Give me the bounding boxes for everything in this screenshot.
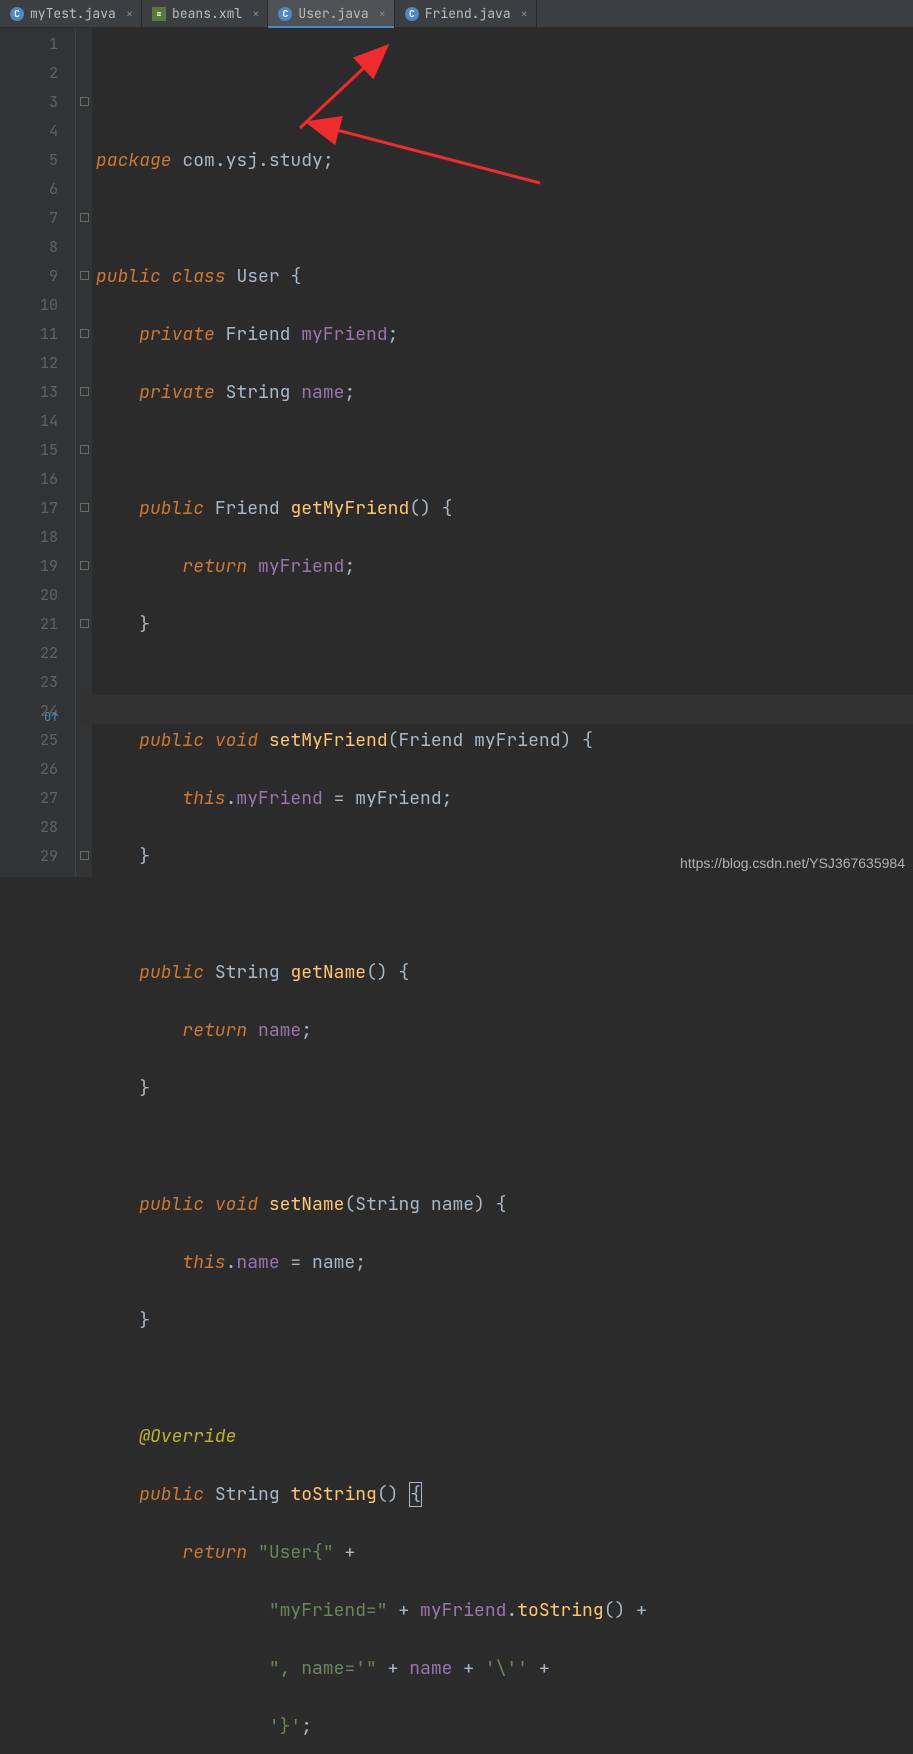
code-line: }: [96, 610, 913, 639]
code-line: [96, 1132, 913, 1161]
code-line: }: [96, 1306, 913, 1335]
code-line: [96, 204, 913, 233]
code-line: [96, 436, 913, 465]
tab-beans[interactable]: ≡ beans.xml ×: [142, 0, 268, 27]
code-line: return "User{" +: [96, 1538, 913, 1567]
code-line: private String name;: [96, 378, 913, 407]
code-line: public String getName() {: [96, 958, 913, 987]
code-area[interactable]: package com.ysj.study; public class User…: [78, 28, 913, 877]
override-gutter-icon[interactable]: O↑: [44, 703, 58, 732]
java-class-icon: C: [405, 7, 419, 21]
code-line: this.myFriend = myFriend;: [96, 784, 913, 813]
tab-friend[interactable]: C Friend.java ×: [395, 0, 537, 27]
java-class-icon: C: [278, 7, 292, 21]
code-line: ", name='" + name + '\'' +: [96, 1654, 913, 1683]
code-line: public String toString() {: [96, 1480, 913, 1509]
tab-label: Friend.java: [425, 5, 511, 22]
tab-label: myTest.java: [30, 5, 116, 22]
close-icon[interactable]: ×: [252, 6, 259, 22]
tab-label: User.java: [298, 5, 368, 22]
close-icon[interactable]: ×: [126, 6, 133, 22]
current-line-highlight: [78, 695, 913, 724]
code-line: '}';: [96, 1712, 913, 1741]
code-line: @Override: [96, 1422, 913, 1451]
xml-file-icon: ≡: [152, 7, 166, 21]
code-line: }: [96, 1074, 913, 1103]
code-line: [96, 900, 913, 929]
tab-label: beans.xml: [172, 5, 242, 22]
close-icon[interactable]: ×: [379, 6, 386, 22]
code-line: [96, 668, 913, 697]
code-line: public class User {: [96, 262, 913, 291]
watermark-text: https://blog.csdn.net/YSJ367635984: [680, 855, 905, 871]
code-line: this.name = name;: [96, 1248, 913, 1277]
code-line: return myFriend;: [96, 552, 913, 581]
code-line: public void setName(String name) {: [96, 1190, 913, 1219]
tab-mytest[interactable]: C myTest.java ×: [0, 0, 142, 27]
code-line: private Friend myFriend;: [96, 320, 913, 349]
code-line: "myFriend=" + myFriend.toString() +: [96, 1596, 913, 1625]
code-editor[interactable]: 1 2 3 4 5 6 7 8 9 10 11 12 13 14 15 16 1…: [0, 28, 913, 877]
line-number-gutter: 1 2 3 4 5 6 7 8 9 10 11 12 13 14 15 16 1…: [0, 28, 78, 877]
code-line: public void setMyFriend(Friend myFriend)…: [96, 726, 913, 755]
code-line: return name;: [96, 1016, 913, 1045]
editor-tabs: C myTest.java × ≡ beans.xml × C User.jav…: [0, 0, 913, 28]
java-class-icon: C: [10, 7, 24, 21]
tab-user[interactable]: C User.java ×: [268, 0, 394, 27]
code-line: package com.ysj.study;: [96, 146, 913, 175]
code-line: [96, 1364, 913, 1393]
close-icon[interactable]: ×: [521, 6, 528, 22]
code-line: public Friend getMyFriend() {: [96, 494, 913, 523]
